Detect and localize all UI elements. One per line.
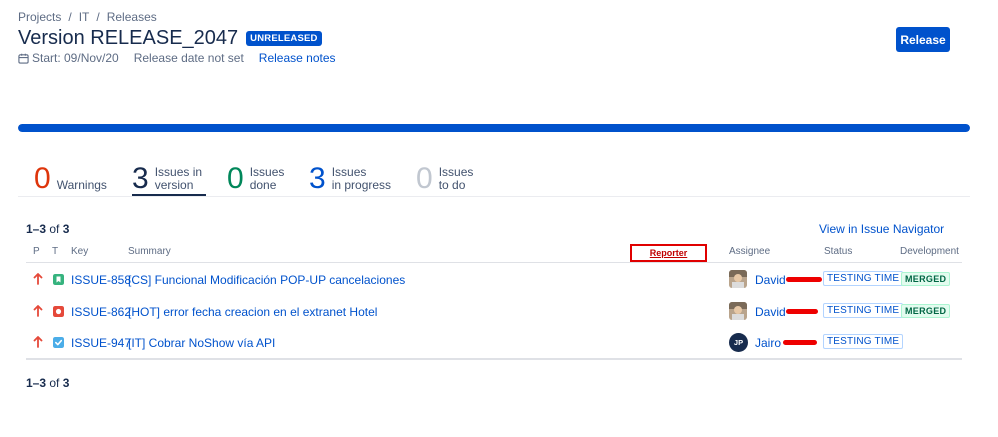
table-row[interactable]: ISSUE-862 [HOT] error fecha creacion en … [26, 298, 962, 326]
column-header-type[interactable]: T [52, 246, 58, 257]
tab-label: Issues done [249, 165, 285, 192]
release-button[interactable]: Release [896, 27, 950, 52]
issue-key-link[interactable]: ISSUE-858 [71, 273, 131, 287]
tab-label: Issues in version [154, 165, 203, 192]
breadcrumb-releases[interactable]: Releases [107, 10, 157, 24]
issue-summary-link[interactable]: [CS] Funcional Modificación POP-UP cance… [128, 273, 405, 287]
tab-issues-done[interactable]: 0 Issues done [227, 152, 284, 194]
breadcrumb-separator: / [68, 10, 72, 24]
breadcrumb-separator: / [96, 10, 100, 24]
redaction-mark [783, 340, 817, 345]
issue-summary-link[interactable]: [IT] Cobrar NoShow vía API [128, 336, 275, 350]
release-notes-link[interactable]: Release notes [259, 51, 336, 65]
column-header-key[interactable]: Key [71, 246, 88, 257]
priority-high-icon [33, 273, 43, 285]
table-row[interactable]: ISSUE-858 [CS] Funcional Modificación PO… [26, 266, 962, 294]
count-range: 1–3 [26, 222, 47, 236]
column-header-status[interactable]: Status [824, 246, 852, 257]
avatar [729, 270, 747, 288]
assignee-link[interactable]: Jairo [755, 336, 781, 350]
issue-key-link[interactable]: ISSUE-862 [71, 305, 131, 319]
redaction-mark [786, 277, 822, 282]
tab-warnings[interactable]: 0 Warnings [34, 152, 107, 194]
bug-icon [53, 306, 64, 317]
tabs-divider [18, 196, 970, 197]
assignee-link[interactable]: David [755, 273, 786, 287]
count-total: 3 [62, 376, 70, 390]
issue-key-link[interactable]: ISSUE-947 [71, 336, 131, 350]
count-range: 1–3 [26, 376, 47, 390]
column-header-development[interactable]: Development [900, 246, 959, 257]
issue-count-top: 1–3 of 3 [26, 222, 69, 236]
table-header-divider [26, 262, 962, 263]
start-date: Start: 09/Nov/20 [32, 51, 119, 65]
tab-label: Issues to do [438, 165, 474, 192]
story-icon [53, 274, 64, 285]
development-merged-lozenge[interactable]: MERGED [901, 304, 951, 318]
tab-issues-in-version[interactable]: 3 Issues in version [132, 152, 207, 196]
assignee-link[interactable]: David [755, 305, 786, 319]
breadcrumb-projects[interactable]: Projects [18, 10, 61, 24]
tab-count: 3 [309, 162, 326, 195]
version-meta: Start: 09/Nov/20 Release date not set Re… [18, 51, 336, 65]
avatar [729, 302, 747, 320]
issue-count-bottom: 1–3 of 3 [26, 376, 69, 390]
view-in-issue-navigator-link[interactable]: View in Issue Navigator [819, 222, 944, 236]
table-row[interactable]: ISSUE-947 [IT] Cobrar NoShow vía API JP … [26, 329, 962, 357]
priority-high-icon [33, 305, 43, 317]
tab-label: Issues in progress [331, 165, 392, 192]
issue-summary-link[interactable]: [HOT] error fecha creacion en el extrane… [128, 305, 377, 319]
table-bottom-divider [26, 358, 962, 360]
priority-high-icon [33, 336, 43, 348]
avatar: JP [729, 333, 748, 352]
tab-label: Warnings [56, 178, 107, 192]
column-header-assignee[interactable]: Assignee [729, 246, 770, 257]
status-lozenge[interactable]: TESTING TIME [823, 334, 904, 349]
column-header-reporter[interactable]: Reporter [630, 244, 707, 262]
reporter-label: Reporter [649, 248, 688, 258]
calendar-icon [18, 53, 29, 64]
breadcrumb-it[interactable]: IT [79, 10, 90, 24]
column-header-priority[interactable]: P [33, 246, 40, 257]
tab-count: 3 [132, 162, 149, 195]
count-of: of [49, 222, 60, 236]
tab-count: 0 [416, 162, 433, 195]
column-header-summary[interactable]: Summary [128, 246, 171, 257]
redaction-mark [786, 309, 818, 314]
tab-issues-in-progress[interactable]: 3 Issues in progress [309, 152, 391, 194]
tab-count: 0 [34, 162, 51, 195]
progress-fill [18, 124, 970, 132]
task-icon [53, 337, 64, 348]
status-badge: UNRELEASED [246, 31, 322, 46]
page-title: Version RELEASE_2047 [18, 27, 239, 49]
count-of: of [49, 376, 60, 390]
status-lozenge[interactable]: TESTING TIME [823, 303, 904, 318]
count-total: 3 [62, 222, 70, 236]
development-merged-lozenge[interactable]: MERGED [901, 272, 951, 286]
status-lozenge[interactable]: TESTING TIME [823, 271, 904, 286]
tab-issues-to-do[interactable]: 0 Issues to do [416, 152, 473, 194]
breadcrumb: Projects / IT / Releases [18, 10, 157, 24]
tab-count: 0 [227, 162, 244, 195]
progress-bar [18, 124, 970, 132]
release-date: Release date not set [133, 51, 244, 65]
title-row: Version RELEASE_2047 UNRELEASED [18, 27, 322, 50]
